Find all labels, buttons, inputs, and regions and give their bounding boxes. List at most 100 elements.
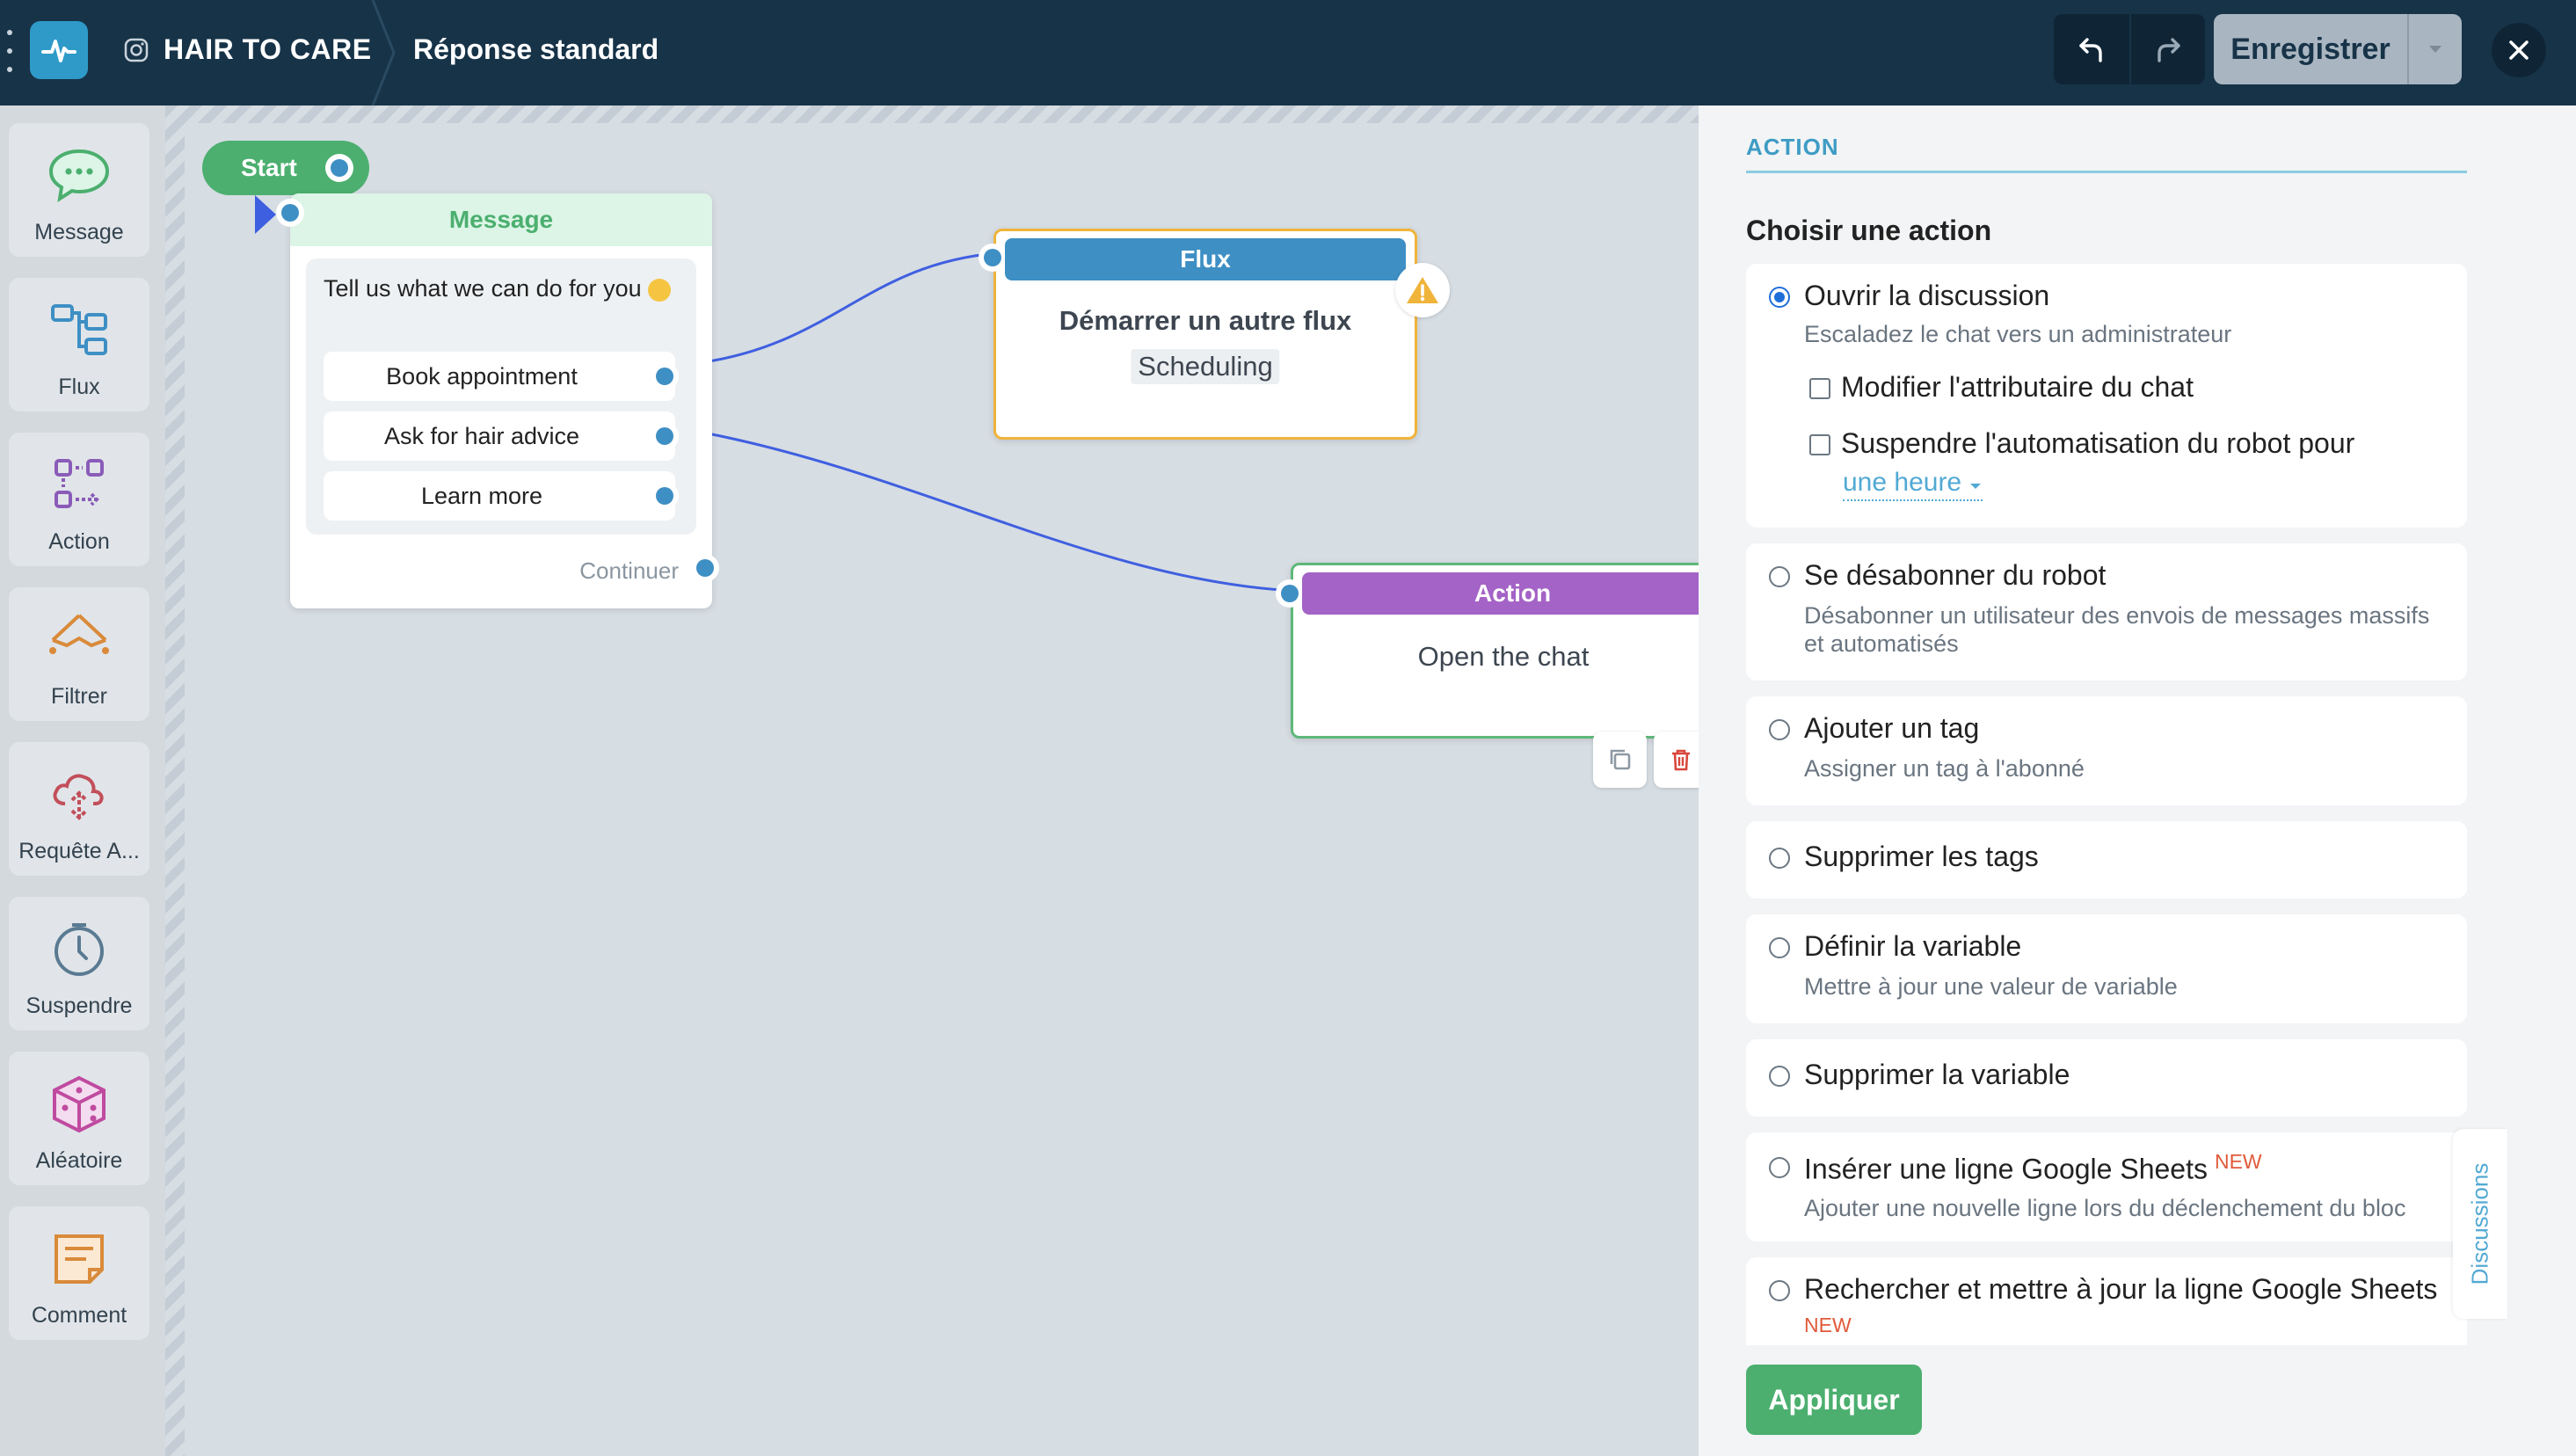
quick-reply-button[interactable]: Learn more bbox=[324, 471, 679, 521]
app-logo[interactable] bbox=[30, 21, 88, 79]
radio-set-variable[interactable] bbox=[1769, 937, 1790, 958]
palette-item-filtrer[interactable]: Filtrer bbox=[9, 587, 149, 721]
duplicate-button[interactable] bbox=[1593, 732, 1647, 788]
button-port[interactable] bbox=[651, 362, 679, 390]
flux-input-port[interactable] bbox=[979, 244, 1007, 272]
flux-node-title: Démarrer un autre flux bbox=[1059, 305, 1352, 336]
palette-label: Action bbox=[48, 529, 110, 554]
action-option-update-sheet-row[interactable]: Rechercher et mettre à jour la ligne Goo… bbox=[1746, 1257, 2467, 1345]
entry-flag-icon bbox=[255, 195, 276, 234]
menu-dots-icon[interactable] bbox=[5, 30, 14, 72]
start-port[interactable] bbox=[325, 154, 353, 182]
breadcrumb-chevron-icon bbox=[371, 0, 396, 106]
save-button[interactable]: Enregistrer bbox=[2214, 14, 2407, 84]
action-node[interactable]: Action Open the chat bbox=[1276, 563, 1699, 739]
checkbox-modify-assignee[interactable] bbox=[1809, 378, 1830, 399]
option-description: Mettre à jour une valeur de variable bbox=[1804, 973, 2178, 1000]
action-option-unsubscribe[interactable]: Se désabonner du robot Désabonner un uti… bbox=[1746, 543, 2467, 681]
palette-item-suspendre[interactable]: Suspendre bbox=[9, 897, 149, 1030]
button-port[interactable] bbox=[651, 422, 679, 450]
radio-delete-variable[interactable] bbox=[1769, 1066, 1790, 1087]
option-title: Ajouter un tag bbox=[1804, 712, 1980, 744]
option-title: Définir la variable bbox=[1804, 930, 2022, 962]
palette-item-message[interactable]: Message bbox=[9, 123, 149, 257]
filter-icon bbox=[49, 614, 109, 654]
action-node-body: Open the chat bbox=[1417, 641, 1590, 672]
save-button-group: Enregistrer bbox=[2214, 14, 2462, 84]
radio-open-chat[interactable] bbox=[1769, 287, 1790, 308]
checkbox-suspend-automation[interactable] bbox=[1809, 434, 1830, 455]
palette-item-flux[interactable]: Flux bbox=[9, 278, 149, 411]
action-option-set-variable[interactable]: Définir la variable Mettre à jour une va… bbox=[1746, 914, 2467, 1023]
palette-item-action[interactable]: Action bbox=[9, 433, 149, 566]
smile-emoji-icon bbox=[648, 278, 672, 302]
action-input-port[interactable] bbox=[1276, 579, 1304, 608]
page-brand: HAIR TO CARE bbox=[164, 33, 372, 65]
close-icon bbox=[2509, 40, 2529, 60]
message-text-content: Tell us what we can do for you bbox=[324, 275, 642, 302]
radio-add-tag[interactable] bbox=[1769, 719, 1790, 740]
clock-icon bbox=[55, 923, 104, 976]
flux-node[interactable]: Flux Démarrer un autre flux Scheduling bbox=[979, 229, 1450, 440]
button-port[interactable] bbox=[651, 482, 679, 510]
panel-heading: Choisir une action bbox=[1746, 215, 1992, 246]
chevron-down-icon bbox=[2429, 46, 2441, 53]
chat-bubble-icon bbox=[48, 149, 110, 203]
quick-reply-button[interactable]: Ask for hair advice bbox=[324, 411, 679, 461]
undo-button[interactable] bbox=[2054, 14, 2129, 84]
radio-update-sheet-row[interactable] bbox=[1769, 1280, 1790, 1301]
cloud-request-icon bbox=[53, 774, 104, 820]
node-toolbar bbox=[1593, 732, 1699, 788]
radio-insert-sheet-row[interactable] bbox=[1769, 1157, 1790, 1178]
action-option-open-chat[interactable]: Ouvrir la discussion Escaladez le chat v… bbox=[1746, 264, 2467, 528]
save-options-button[interactable] bbox=[2407, 14, 2462, 84]
flux-node-header: Flux bbox=[1005, 238, 1406, 280]
redo-button[interactable] bbox=[2129, 14, 2205, 84]
duration-value: une heure bbox=[1843, 468, 1962, 497]
chevron-down-icon bbox=[1970, 484, 1982, 489]
dice-icon bbox=[53, 1075, 106, 1133]
palette-label: Comment bbox=[31, 1303, 127, 1328]
page-title: Réponse standard bbox=[413, 33, 659, 65]
apply-button[interactable]: Appliquer bbox=[1746, 1365, 1922, 1435]
continue-port[interactable] bbox=[691, 554, 719, 582]
quick-reply-label: Ask for hair advice bbox=[383, 422, 580, 449]
action-option-remove-tags[interactable]: Supprimer les tags bbox=[1746, 821, 2467, 899]
action-option-insert-sheet-row[interactable]: Insérer une ligne Google Sheets NEW Ajout… bbox=[1746, 1132, 2467, 1241]
discussions-tab[interactable]: Discussions bbox=[2453, 1129, 2507, 1319]
continue-label: Continuer bbox=[579, 557, 679, 584]
redo-icon bbox=[2158, 38, 2180, 62]
palette-label: Suspendre bbox=[25, 994, 133, 1018]
copy-icon bbox=[1610, 749, 1630, 770]
delete-button[interactable] bbox=[1654, 732, 1699, 788]
radio-remove-tags[interactable] bbox=[1769, 848, 1790, 869]
message-node[interactable]: Message Tell us what we can do for you B… bbox=[255, 193, 719, 608]
instagram-icon bbox=[124, 38, 149, 62]
option-title: Supprimer la variable bbox=[1804, 1059, 2070, 1090]
palette-item-requete[interactable]: Requête A... bbox=[9, 742, 149, 876]
duration-dropdown[interactable]: une heure bbox=[1843, 468, 1983, 501]
action-settings-panel: ACTION Choisir une action Ouvrir la disc… bbox=[1699, 106, 2576, 1456]
checkbox-label: Suspendre l'automatisation du robot pour bbox=[1841, 427, 2355, 459]
action-option-delete-variable[interactable]: Supprimer la variable bbox=[1746, 1039, 2467, 1117]
connector-book-to-flux bbox=[702, 251, 998, 364]
radio-unsubscribe[interactable] bbox=[1769, 566, 1790, 587]
option-title: Insérer une ligne Google Sheets NEW bbox=[1804, 1150, 2262, 1186]
action-option-add-tag[interactable]: Ajouter un tag Assigner un tag à l'abonn… bbox=[1746, 696, 2467, 805]
close-button[interactable] bbox=[2492, 23, 2546, 77]
note-icon bbox=[55, 1234, 104, 1284]
block-palette: Message Flux Action Filtrer Requête A...… bbox=[0, 106, 165, 1456]
flow-canvas[interactable]: Start Message Tell us what we can do for… bbox=[165, 106, 1699, 1456]
quick-reply-button[interactable]: Book appointment bbox=[324, 352, 679, 401]
message-input-port[interactable] bbox=[276, 199, 304, 227]
warning-badge[interactable] bbox=[1395, 263, 1450, 317]
message-bubble[interactable]: Tell us what we can do for you Book appo… bbox=[306, 258, 696, 535]
palette-label: Flux bbox=[58, 375, 100, 399]
start-node[interactable]: Start bbox=[202, 141, 369, 195]
pulse-icon bbox=[41, 40, 76, 62]
flow-icon bbox=[51, 304, 107, 355]
option-title-text: Insérer une ligne Google Sheets bbox=[1804, 1153, 2208, 1185]
palette-item-comment[interactable]: Comment bbox=[9, 1206, 149, 1340]
checkbox-label: Modifier l'attributaire du chat bbox=[1841, 371, 2194, 403]
palette-item-aleatoire[interactable]: Aléatoire bbox=[9, 1052, 149, 1185]
